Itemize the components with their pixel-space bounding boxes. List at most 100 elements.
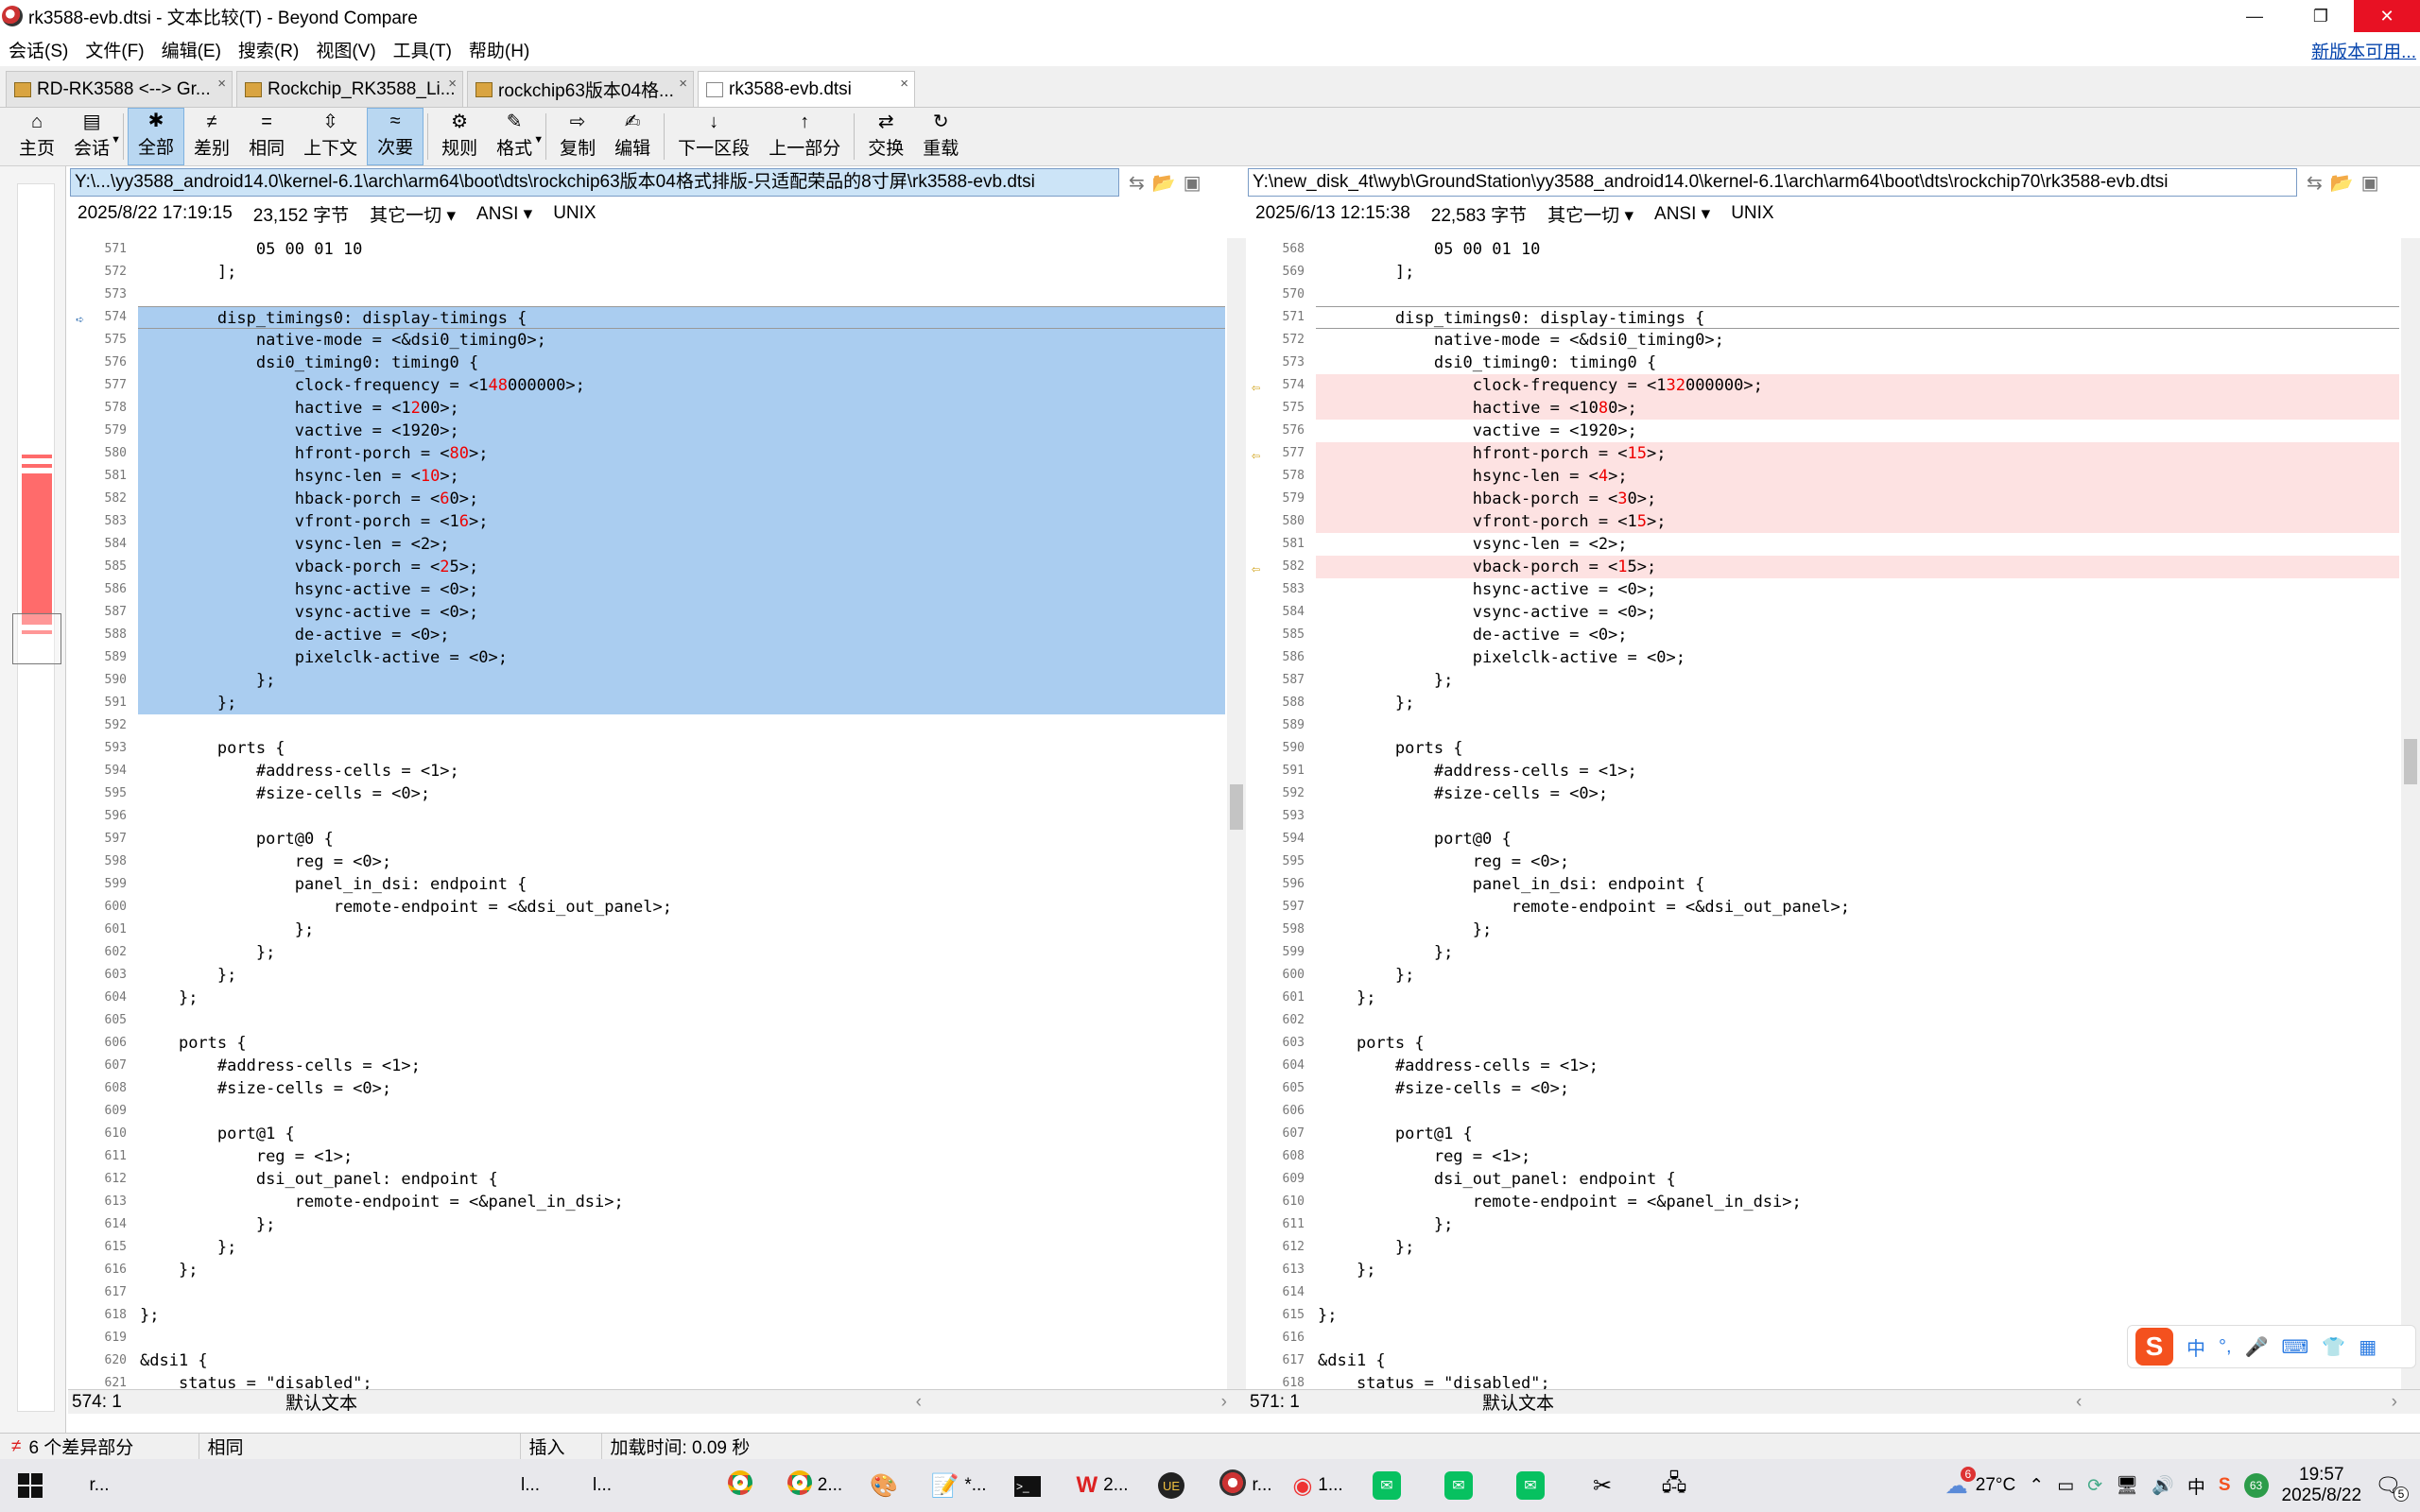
- code-line[interactable]: 582 ⇦ vback-porch = <15>;: [1246, 556, 2420, 578]
- menu-file[interactable]: 文件(F): [77, 37, 152, 62]
- code-line[interactable]: 573 dsi0_timing0: timing0 {: [1246, 352, 2420, 374]
- tray-app-badge[interactable]: 63: [2243, 1473, 2269, 1498]
- code-line[interactable]: 609 dsi_out_panel: endpoint {: [1246, 1168, 2420, 1191]
- code-line[interactable]: 580 vfront-porch = <15>;: [1246, 510, 2420, 533]
- taskbar-app-wps[interactable]: W 2...: [1066, 1459, 1138, 1512]
- code-line[interactable]: 603 };: [68, 964, 1246, 987]
- menu-help[interactable]: 帮助(H): [460, 37, 538, 62]
- code-line[interactable]: 591 #address-cells = <1>;: [1246, 760, 2420, 782]
- code-line[interactable]: 600 };: [1246, 964, 2420, 987]
- overview-viewport[interactable]: [12, 613, 61, 664]
- home-button[interactable]: ⌂ 主页: [9, 108, 64, 165]
- left-other-dropdown[interactable]: 其它一切 ▾: [370, 201, 456, 227]
- taskbar-app-network[interactable]: 🖧: [1641, 1459, 1713, 1512]
- code-line[interactable]: 593 ports {: [68, 737, 1246, 760]
- code-line[interactable]: 596 panel_in_dsi: endpoint {: [1246, 873, 2420, 896]
- code-line[interactable]: 579 vactive = <1920>;: [68, 420, 1246, 442]
- minimize-button[interactable]: —: [2221, 0, 2288, 32]
- tab-rd-rk3588[interactable]: RD-RK3588 <--> Gr... ×: [6, 71, 233, 107]
- left-encoding-dropdown[interactable]: ANSI ▾: [476, 203, 532, 225]
- code-line[interactable]: 568 05 00 01 10: [1246, 238, 2420, 261]
- taskbar-app-wechat[interactable]: ✉: [1426, 1459, 1497, 1512]
- code-line[interactable]: 608 #size-cells = <0>;: [68, 1077, 1246, 1100]
- right-encoding-dropdown[interactable]: ANSI ▾: [1654, 203, 1710, 225]
- left-history-icon[interactable]: ⇆: [1129, 171, 1145, 195]
- taskbar-app-wechat[interactable]: ✉: [1497, 1459, 1569, 1512]
- right-code-view[interactable]: 568 05 00 01 10 569 ]; 570 571 disp_timings…: [1246, 238, 2420, 1402]
- left-hscroll-arrows[interactable]: ‹ ›: [916, 1392, 1227, 1413]
- code-line[interactable]: 617: [68, 1281, 1246, 1304]
- ime-tools-icon[interactable]: ▦: [2359, 1335, 2377, 1359]
- menu-tools[interactable]: 工具(T): [385, 37, 460, 62]
- taskbar-app-folder[interactable]: [348, 1459, 420, 1512]
- code-line[interactable]: 575 native-mode = <&dsi0_timing0>;: [68, 329, 1246, 352]
- code-line[interactable]: 579 hback-porch = <30>;: [1246, 488, 2420, 510]
- code-line[interactable]: 606 ports {: [68, 1032, 1246, 1055]
- right-vertical-scrollbar[interactable]: [2401, 238, 2420, 1402]
- code-line[interactable]: 595 #size-cells = <0>;: [68, 782, 1246, 805]
- maximize-button[interactable]: ❐: [2288, 0, 2354, 32]
- ime-skin-icon[interactable]: 👕: [2322, 1335, 2345, 1359]
- code-line[interactable]: 591 };: [68, 692, 1246, 714]
- left-code-view[interactable]: 571 05 00 01 10 572 ]; 573 574 ➪ disp_timing…: [68, 238, 1246, 1402]
- code-line[interactable]: 614: [1246, 1281, 2420, 1304]
- code-line[interactable]: 589: [1246, 714, 2420, 737]
- copy-to-left-arrow-icon[interactable]: ⇦: [1252, 558, 1260, 580]
- code-line[interactable]: 580 hfront-porch = <80>;: [68, 442, 1246, 465]
- code-line[interactable]: 574 ⇦ clock-frequency = <132000000>;: [1246, 374, 2420, 397]
- code-line[interactable]: 602 };: [68, 941, 1246, 964]
- taskbar-app-folder[interactable]: [635, 1459, 707, 1512]
- code-line[interactable]: 588 };: [1246, 692, 2420, 714]
- menu-edit[interactable]: 编辑(E): [153, 37, 230, 62]
- code-line[interactable]: 599 panel_in_dsi: endpoint {: [68, 873, 1246, 896]
- code-line[interactable]: 606: [1246, 1100, 2420, 1123]
- code-line[interactable]: 608 reg = <1>;: [1246, 1145, 2420, 1168]
- right-save-icon[interactable]: ▣: [2361, 171, 2379, 195]
- code-line[interactable]: 592: [68, 714, 1246, 737]
- tray-ime-indicator[interactable]: 中: [2187, 1473, 2205, 1499]
- left-browse-folder-icon[interactable]: 📂: [1152, 171, 1176, 195]
- taskbar-app-folder[interactable]: l...: [492, 1459, 563, 1512]
- code-line[interactable]: 619: [68, 1327, 1246, 1349]
- left-vertical-scrollbar[interactable]: [1227, 238, 1246, 1402]
- code-line[interactable]: 587 vsync-active = <0>;: [68, 601, 1246, 624]
- taskbar-app-folder[interactable]: [276, 1459, 348, 1512]
- code-line[interactable]: 609: [68, 1100, 1246, 1123]
- update-available-link[interactable]: 新版本可用...: [2311, 38, 2416, 63]
- code-line[interactable]: 573: [68, 284, 1246, 306]
- taskbar-app-paint[interactable]: 🎨: [851, 1459, 923, 1512]
- code-line[interactable]: 592 #size-cells = <0>;: [1246, 782, 2420, 805]
- right-history-icon[interactable]: ⇆: [2307, 171, 2323, 195]
- code-line[interactable]: 596: [68, 805, 1246, 828]
- close-button[interactable]: ✕: [2354, 0, 2420, 32]
- tab-close-icon[interactable]: ×: [217, 76, 226, 92]
- code-line[interactable]: 605 #size-cells = <0>;: [1246, 1077, 2420, 1100]
- code-line[interactable]: 576 vactive = <1920>;: [1246, 420, 2420, 442]
- tray-battery-icon[interactable]: ▭: [2057, 1475, 2074, 1497]
- right-other-dropdown[interactable]: 其它一切 ▾: [1547, 201, 1634, 227]
- show-all-button[interactable]: ✱ 全部: [128, 108, 185, 165]
- taskbar-app-chrome[interactable]: [707, 1459, 779, 1512]
- code-line[interactable]: 612 dsi_out_panel: endpoint {: [68, 1168, 1246, 1191]
- chevron-down-icon[interactable]: ▼: [533, 134, 544, 146]
- context-button[interactable]: ⇳ 上下文: [294, 108, 367, 165]
- tray-volume-icon[interactable]: 🔊: [2152, 1474, 2174, 1497]
- start-button[interactable]: [0, 1459, 60, 1512]
- code-line[interactable]: 615 };: [68, 1236, 1246, 1259]
- taskbar-app-folder[interactable]: l...: [563, 1459, 635, 1512]
- swap-button[interactable]: ⇄ 交换: [858, 108, 913, 165]
- code-line[interactable]: 571 disp_timings0: display-timings {: [1246, 306, 2420, 329]
- code-line[interactable]: 600 remote-endpoint = <&dsi_out_panel>;: [68, 896, 1246, 919]
- code-line[interactable]: 585 de-active = <0>;: [1246, 624, 2420, 646]
- tray-expand-icon[interactable]: ⌃: [2029, 1475, 2044, 1497]
- code-line[interactable]: 611 reg = <1>;: [68, 1145, 1246, 1168]
- code-line[interactable]: 581 hsync-len = <10>;: [68, 465, 1246, 488]
- tray-sogou-icon[interactable]: S: [2219, 1475, 2231, 1496]
- code-line[interactable]: 584 vsync-len = <2>;: [68, 533, 1246, 556]
- code-line[interactable]: 607 port@1 {: [1246, 1123, 2420, 1145]
- chevron-down-icon[interactable]: ▼: [111, 134, 121, 146]
- code-line[interactable]: 610 remote-endpoint = <&panel_in_dsi>;: [1246, 1191, 2420, 1213]
- code-line[interactable]: 577 ⇦ hfront-porch = <15>;: [1246, 442, 2420, 465]
- copy-to-left-arrow-icon[interactable]: ⇦: [1252, 376, 1260, 399]
- code-line[interactable]: 574 ➪ disp_timings0: display-timings {: [68, 306, 1246, 329]
